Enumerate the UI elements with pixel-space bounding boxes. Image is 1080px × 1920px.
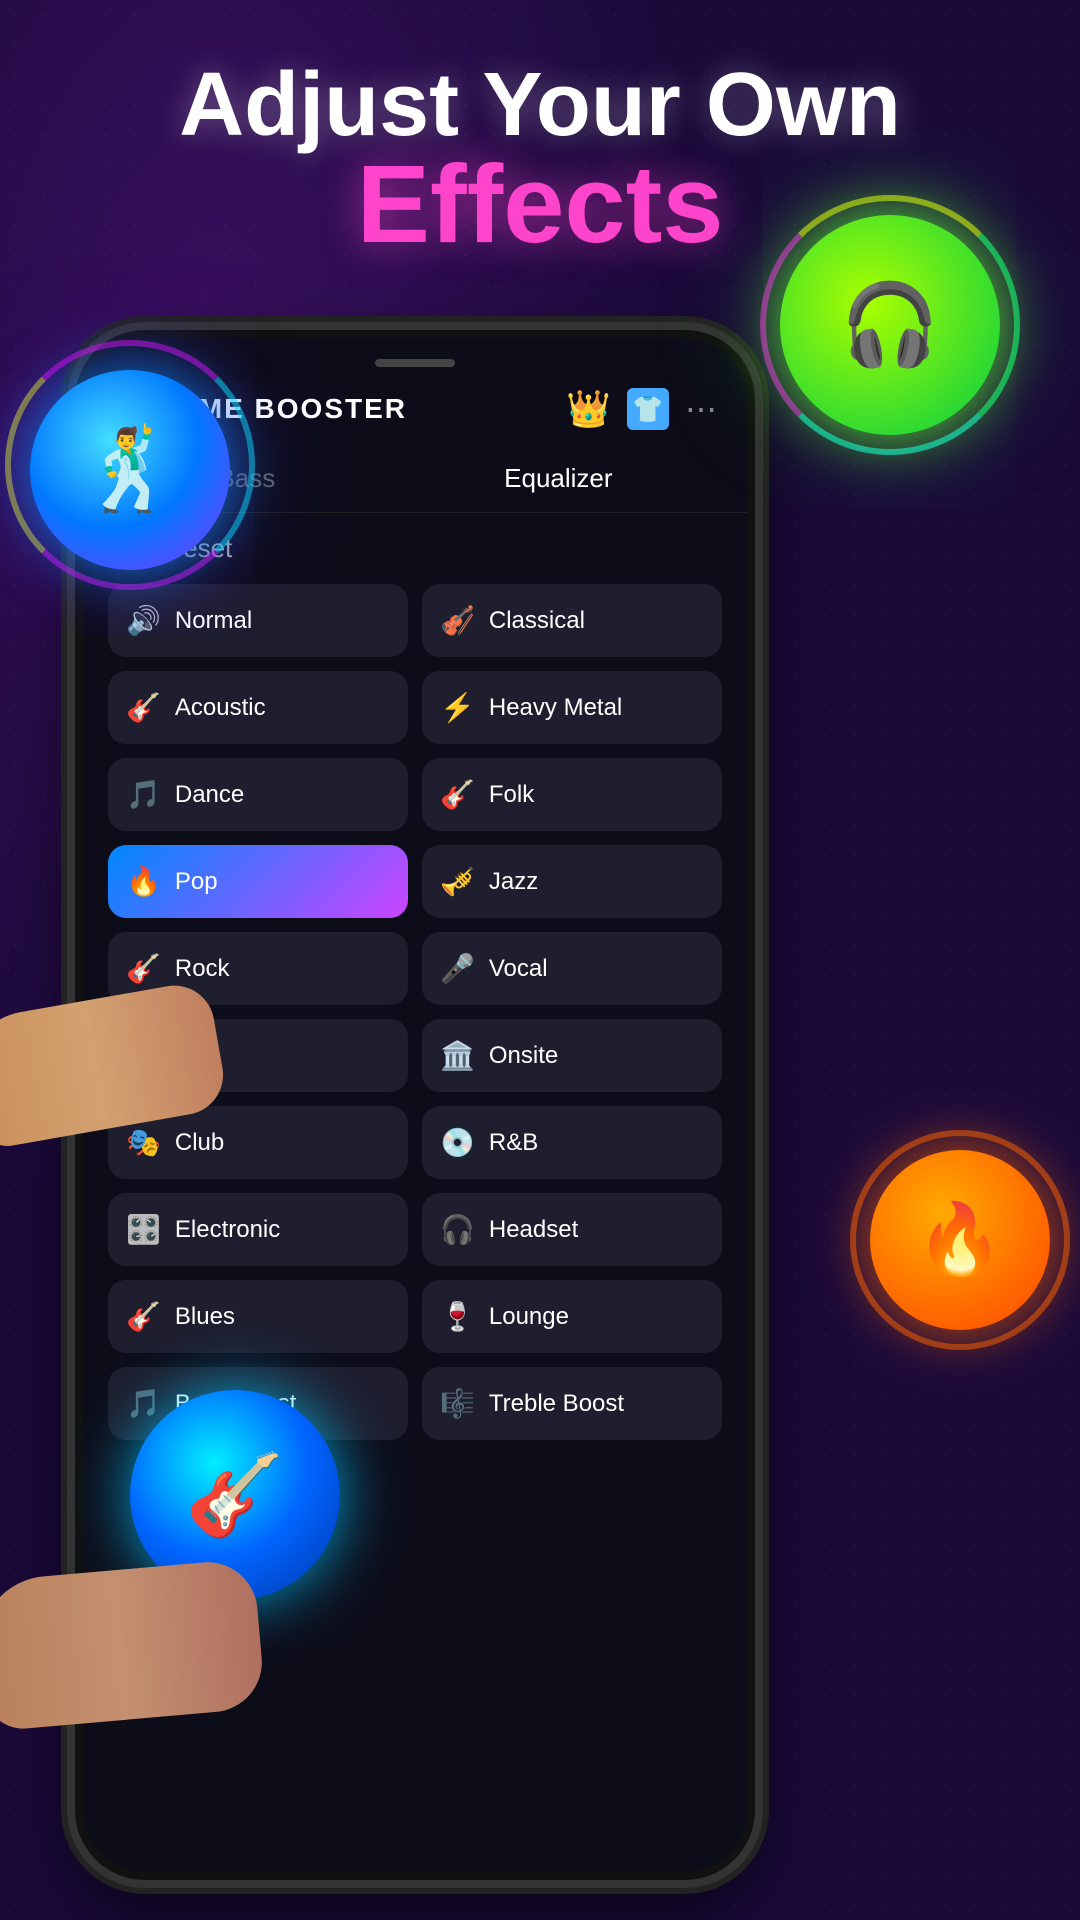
preset-electronic[interactable]: 🎛️ Electronic: [108, 1193, 408, 1266]
preset-acoustic[interactable]: 🎸 Acoustic: [108, 671, 408, 744]
preset-vocal[interactable]: 🎤 Vocal: [422, 932, 722, 1005]
pop-icon: 🔥: [126, 865, 161, 898]
acoustic-icon: 🎸: [126, 691, 161, 724]
green-orb: 🎧: [780, 215, 1000, 435]
preset-rnb[interactable]: 💿 R&B: [422, 1106, 722, 1179]
treble-boost-icon: 🎼: [440, 1387, 475, 1420]
bass-boost-icon: 🎵: [126, 1387, 161, 1420]
headset-icon: 🎧: [440, 1213, 475, 1246]
preset-jazz[interactable]: 🎺 Jazz: [422, 845, 722, 918]
shirt-icon[interactable]: 👕: [627, 388, 669, 430]
preset-heavy-metal[interactable]: ⚡ Heavy Metal: [422, 671, 722, 744]
preset-pop[interactable]: 🔥 Pop: [108, 845, 408, 918]
electronic-icon: 🎛️: [126, 1213, 161, 1246]
title-line1: Adjust Your Own: [0, 60, 1080, 150]
preset-dance[interactable]: 🎵 Dance: [108, 758, 408, 831]
preset-treble-boost[interactable]: 🎼 Treble Boost: [422, 1367, 722, 1440]
preset-folk[interactable]: 🎸 Folk: [422, 758, 722, 831]
club-icon: 🎭: [126, 1126, 161, 1159]
dance-icon: 🎵: [126, 778, 161, 811]
lounge-icon: 🍷: [440, 1300, 475, 1333]
crown-icon[interactable]: 👑: [566, 388, 611, 430]
blues-icon: 🎸: [126, 1300, 161, 1333]
vocal-icon: 🎤: [440, 952, 475, 985]
preset-headset[interactable]: 🎧 Headset: [422, 1193, 722, 1266]
classical-icon: 🎻: [440, 604, 475, 637]
heavy-metal-icon: ⚡: [440, 691, 475, 724]
finger-bottom: [0, 1558, 266, 1732]
notch-pill: [375, 359, 455, 367]
normal-icon: 🔊: [126, 604, 161, 637]
blue-orb: 🕺: [30, 370, 230, 570]
jazz-icon: 🎺: [440, 865, 475, 898]
rock-icon: 🎸: [126, 952, 161, 985]
preset-normal[interactable]: 🔊 Normal: [108, 584, 408, 657]
onsite-icon: 🏛️: [440, 1039, 475, 1072]
rnb-icon: 💿: [440, 1126, 475, 1159]
preset-onsite[interactable]: 🏛️ Onsite: [422, 1019, 722, 1092]
preset-blues[interactable]: 🎸 Blues: [108, 1280, 408, 1353]
folk-icon: 🎸: [440, 778, 475, 811]
preset-classical[interactable]: 🎻 Classical: [422, 584, 722, 657]
preset-lounge[interactable]: 🍷 Lounge: [422, 1280, 722, 1353]
tab-equalizer[interactable]: Equalizer: [484, 455, 632, 502]
header-icons: 👑 👕 ⋯: [566, 388, 717, 430]
more-icon[interactable]: ⋯: [685, 390, 717, 428]
orange-orb: 🔥: [870, 1150, 1050, 1330]
